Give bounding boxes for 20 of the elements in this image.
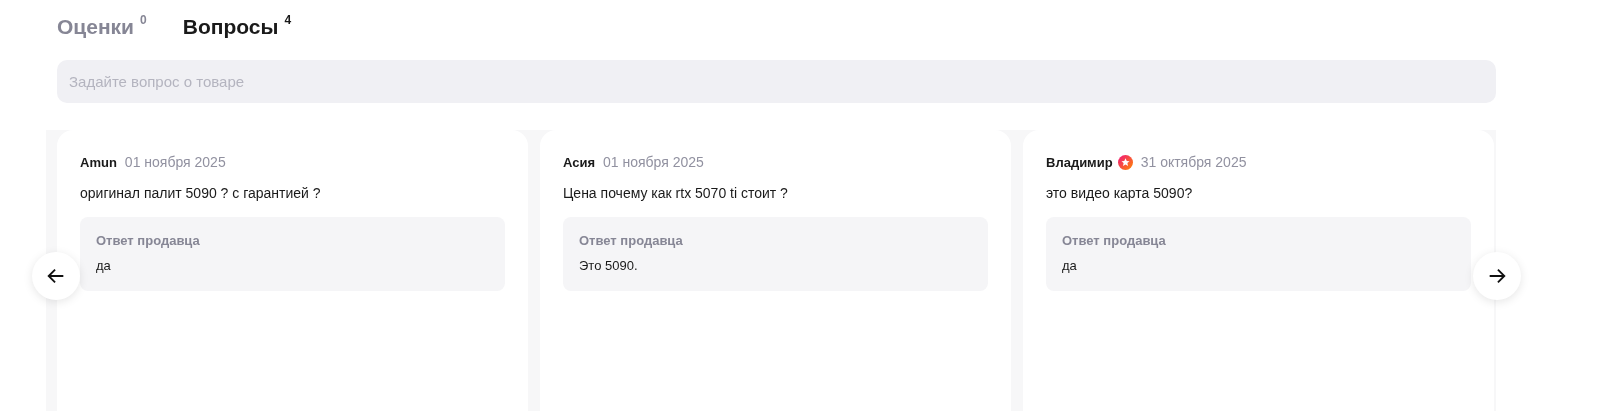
next-button[interactable]	[1473, 252, 1521, 300]
question-text: это видео карта 5090?	[1046, 185, 1194, 201]
answer-title: Ответ продавца	[1062, 233, 1167, 248]
tab[interactable]: Вопросы $^{4}$	[182, 10, 292, 42]
question-date: 01 ноября 2025	[603, 154, 704, 170]
question-text: Цена почему как rtx 5070 ti стоит ?	[563, 185, 789, 201]
answer-text: да	[1062, 258, 1078, 273]
author-name: Amun	[80, 154, 117, 170]
search-field[interactable]: Задайте вопрос о товаре	[57, 60, 1496, 103]
tab[interactable]: Оценки $^{0}$	[57, 10, 147, 42]
author-name: Асия	[563, 154, 596, 170]
answer-title: Ответ продавца	[96, 233, 201, 248]
author-name: Владимир	[1046, 154, 1113, 170]
question-date: 31 октября 2025	[1140, 154, 1247, 170]
answer-text: да	[96, 258, 112, 273]
answer-title: Ответ продавца	[579, 233, 684, 248]
question-date: 01 ноября 2025	[124, 154, 226, 170]
previous-button[interactable]	[32, 252, 80, 300]
question-text: оригинал палит 5090 ? с гарантией ?	[80, 185, 322, 201]
answer-text: Это 5090.	[579, 258, 639, 273]
